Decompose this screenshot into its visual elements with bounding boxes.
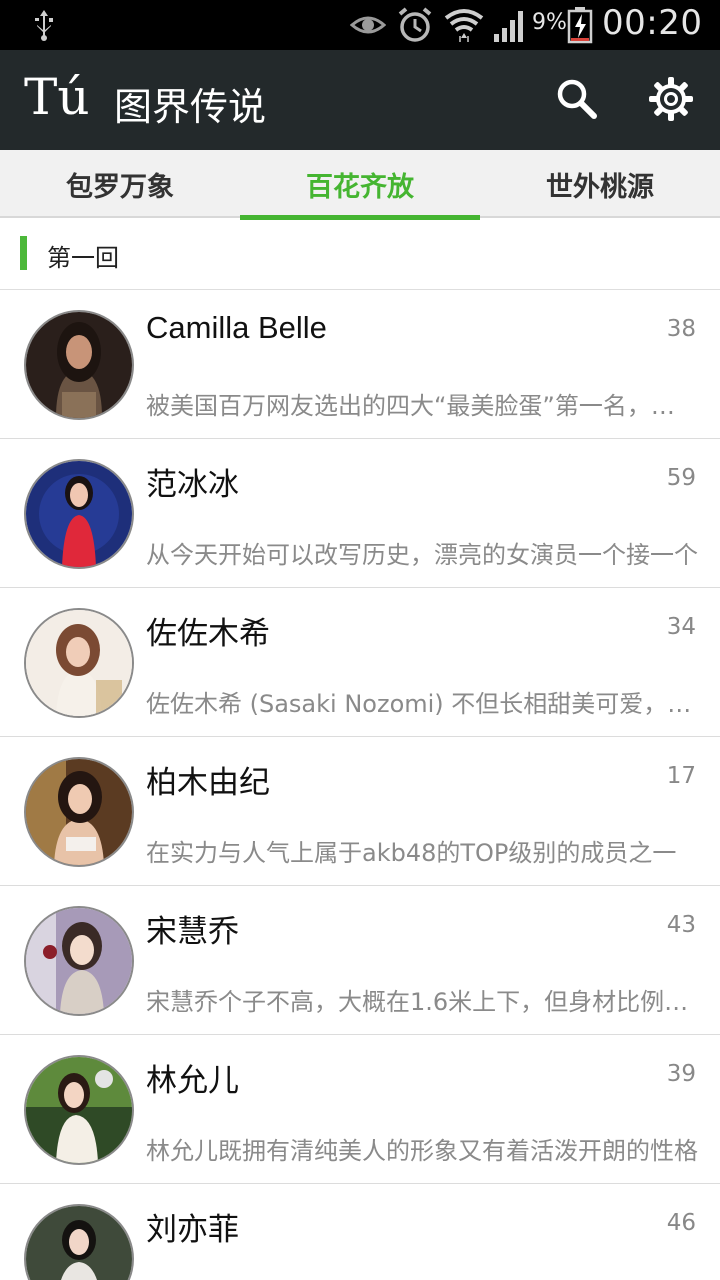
- tab-bar: 包罗万象 百花齐放 世外桃源: [0, 150, 720, 220]
- alarm-icon: [398, 7, 432, 42]
- portrait-image: [26, 1206, 132, 1280]
- battery-charging-icon: [567, 7, 593, 44]
- clock: 00:20: [602, 3, 703, 43]
- photo-count: 39: [666, 1061, 696, 1087]
- portrait-image: [26, 908, 132, 1014]
- photo-count: 43: [666, 912, 696, 938]
- photo-count: 17: [666, 763, 696, 789]
- item-name: 刘亦菲: [146, 1212, 239, 1247]
- list-item[interactable]: 佐佐木希 34 佐佐木希 (Sasaki Nozomi) 不但长相甜美可爱，身材…: [0, 588, 720, 737]
- avatar: [24, 906, 134, 1016]
- list-item[interactable]: Camilla Belle 38 被美国百万网友选出的四大“最美脸蛋”第一名，卡…: [0, 290, 720, 439]
- item-description: 在实力与人气上属于akb48的TOP级别的成员之一: [146, 839, 677, 867]
- tab-flowers[interactable]: 百花齐放: [240, 150, 480, 220]
- list-item[interactable]: 林允儿 39 林允儿既拥有清纯美人的形象又有着活泼开朗的性格: [0, 1035, 720, 1184]
- item-description: 从今天开始可以改写历史，漂亮的女演员一个接一个: [146, 541, 698, 569]
- portrait-image: [26, 461, 132, 567]
- item-name: 范冰冰: [146, 467, 239, 502]
- app-title: 图界传说: [114, 85, 267, 129]
- section-accent-bar: [20, 236, 27, 270]
- portrait-image: [26, 610, 132, 716]
- tab-all[interactable]: 包罗万象: [0, 150, 240, 218]
- item-name: 佐佐木希: [146, 616, 270, 651]
- photo-count: 59: [666, 465, 696, 491]
- section-title: 第一回: [47, 244, 119, 272]
- list-item[interactable]: 宋慧乔 43 宋慧乔个子不高，大概在1.6米上下，但身材比例很好: [0, 886, 720, 1035]
- portrait-image: [26, 759, 132, 865]
- item-name: 林允儿: [146, 1063, 239, 1098]
- tab-paradise[interactable]: 世外桃源: [480, 150, 720, 218]
- signal-icon: [494, 11, 523, 42]
- list-item[interactable]: 柏木由纪 17 在实力与人气上属于akb48的TOP级别的成员之一: [0, 737, 720, 886]
- wifi-icon: [444, 9, 484, 42]
- item-description: 佐佐木希 (Sasaki Nozomi) 不但长相甜美可爱，身材也很好: [146, 690, 698, 718]
- item-name: Camilla Belle: [146, 310, 327, 345]
- photo-count: 34: [666, 614, 696, 640]
- photo-count: 38: [666, 316, 696, 342]
- photo-count: 46: [666, 1210, 696, 1236]
- search-button[interactable]: [554, 76, 598, 120]
- status-bar: 9% 00:20: [0, 0, 720, 50]
- settings-button[interactable]: [648, 76, 694, 122]
- gear-icon: [649, 77, 693, 121]
- usb-icon: [35, 10, 53, 41]
- avatar: [24, 608, 134, 718]
- list-item[interactable]: 范冰冰 59 从今天开始可以改写历史，漂亮的女演员一个接一个: [0, 439, 720, 588]
- portrait-image: [26, 1057, 132, 1163]
- avatar: [24, 1204, 134, 1280]
- list-item[interactable]: 刘亦菲 46: [0, 1184, 720, 1280]
- avatar: [24, 1055, 134, 1165]
- avatar: [24, 459, 134, 569]
- avatar: [24, 757, 134, 867]
- portrait-image: [26, 312, 132, 418]
- battery-percent: 9%: [532, 10, 567, 35]
- app-bar: Tú 图界传说: [0, 50, 720, 150]
- avatar: [24, 310, 134, 420]
- item-description: 被美国百万网友选出的四大“最美脸蛋”第一名，卡米拉·贝尔: [146, 392, 698, 420]
- album-list: Camilla Belle 38 被美国百万网友选出的四大“最美脸蛋”第一名，卡…: [0, 290, 720, 1280]
- item-name: 宋慧乔: [146, 914, 239, 949]
- item-description: 宋慧乔个子不高，大概在1.6米上下，但身材比例很好: [146, 988, 698, 1016]
- search-icon: [557, 79, 597, 119]
- app-logo: Tú: [24, 68, 90, 126]
- eye-icon: [350, 16, 386, 34]
- section-header: 第一回: [0, 220, 720, 290]
- item-name: 柏木由纪: [146, 765, 270, 800]
- item-description: 林允儿既拥有清纯美人的形象又有着活泼开朗的性格: [146, 1137, 698, 1165]
